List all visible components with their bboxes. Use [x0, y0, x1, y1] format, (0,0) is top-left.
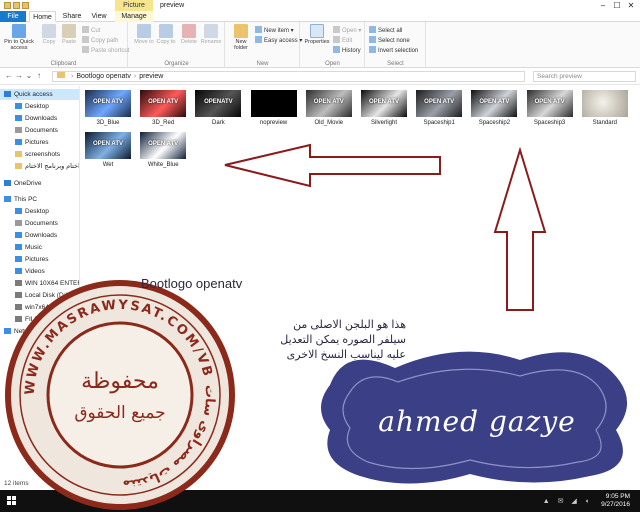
- stamp-center-text-2: جميع الحقوق: [74, 403, 165, 423]
- stamp-ring-text: WWW.MASRAWYSAT.COM/VB منتديات مصراوى سات: [23, 298, 216, 492]
- arabic-note-line: عليه ليناسب النسخ الاخرى: [286, 349, 406, 361]
- svg-text:WWW.MASRAWYSAT.COM/VB منتديات: WWW.MASRAWYSAT.COM/VB منتديات مصراوى سات: [23, 298, 218, 492]
- explorer-window: Picture Tools preview –☐✕ File Home Shar…: [0, 0, 640, 512]
- arabic-note: هذا هو البلجن الاصلى من سيلفر الصوره يمك…: [236, 318, 406, 363]
- stamp-center-text-1: محفوظة: [81, 369, 159, 394]
- overlay-caption: Bootlogo openatv: [141, 276, 243, 291]
- arabic-note-line: هذا هو البلجن الاصلى من: [293, 319, 406, 331]
- signature-text: ahmed gazye: [378, 405, 576, 438]
- arabic-note-line: سيلفر الصوره يمكن التعديل: [280, 334, 406, 346]
